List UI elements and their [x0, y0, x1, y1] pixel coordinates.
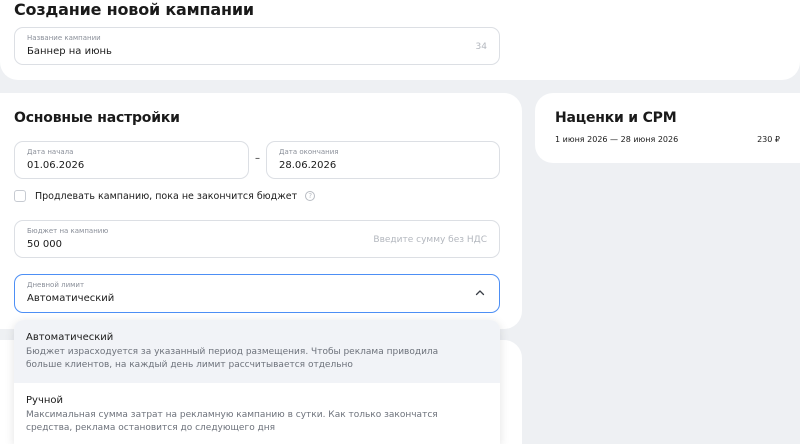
extend-campaign-row: Продлевать кампанию, пока не закончится …	[14, 189, 316, 203]
end-date-field[interactable]: Дата окончания 28.06.2026	[266, 141, 500, 179]
extend-campaign-checkbox[interactable]	[14, 190, 26, 202]
extend-campaign-label[interactable]: Продлевать кампанию, пока не закончится …	[35, 191, 297, 202]
start-date-label: Дата начала	[27, 148, 74, 156]
dropdown-option-manual[interactable]: Ручной Максимальная сумма затрат на рекл…	[14, 383, 500, 444]
option-title: Автоматический	[26, 332, 114, 343]
end-date-value: 28.06.2026	[279, 160, 337, 171]
option-title: Ручной	[26, 395, 64, 406]
markups-period: 1 июня 2026 — 28 июня 2026	[555, 135, 679, 144]
daily-limit-label: Дневной лимит	[27, 281, 85, 289]
option-description: Бюджет израсходуется за указанный период…	[26, 347, 439, 370]
markups-cpm-card: Наценки и CPM 1 июня 2026 — 28 июня 2026…	[535, 93, 800, 163]
start-date-field[interactable]: Дата начала 01.06.2026	[14, 141, 249, 179]
daily-limit-dropdown: Автоматический Бюджет израсходуется за у…	[14, 320, 500, 444]
page-title: Создание новой кампании	[14, 0, 254, 19]
campaign-name-label: Название кампании	[27, 34, 101, 42]
budget-value: 50 000	[27, 239, 62, 250]
main-settings-card: Основные настройки Дата начала 01.06.202…	[0, 93, 522, 329]
main-settings-title: Основные настройки	[14, 110, 180, 126]
option-description: Максимальная сумма затрат на рекламную к…	[26, 410, 438, 433]
dropdown-option-automatic[interactable]: Автоматический Бюджет израсходуется за у…	[14, 320, 500, 383]
budget-field[interactable]: Бюджет на кампанию 50 000 Введите сумму …	[14, 220, 500, 258]
start-date-value: 01.06.2026	[27, 160, 85, 171]
daily-limit-value: Автоматический	[27, 293, 115, 304]
campaign-header-card: Создание новой кампании Название кампани…	[0, 0, 800, 80]
daily-limit-select[interactable]: Дневной лимит Автоматический	[14, 274, 500, 313]
budget-placeholder: Введите сумму без НДС	[373, 235, 487, 245]
markups-price: 230 ₽	[757, 135, 780, 144]
campaign-name-field[interactable]: Название кампании Баннер на июнь 34	[14, 27, 500, 65]
question-circle-icon[interactable]: ?	[305, 191, 316, 201]
chevron-up-icon[interactable]	[475, 288, 485, 298]
date-range-dash: –	[255, 153, 260, 164]
budget-label: Бюджет на кампанию	[27, 227, 109, 235]
markups-cpm-title: Наценки и CPM	[555, 110, 677, 126]
end-date-label: Дата окончания	[279, 148, 339, 156]
campaign-name-value: Баннер на июнь	[27, 46, 112, 57]
campaign-name-counter: 34	[475, 42, 487, 52]
